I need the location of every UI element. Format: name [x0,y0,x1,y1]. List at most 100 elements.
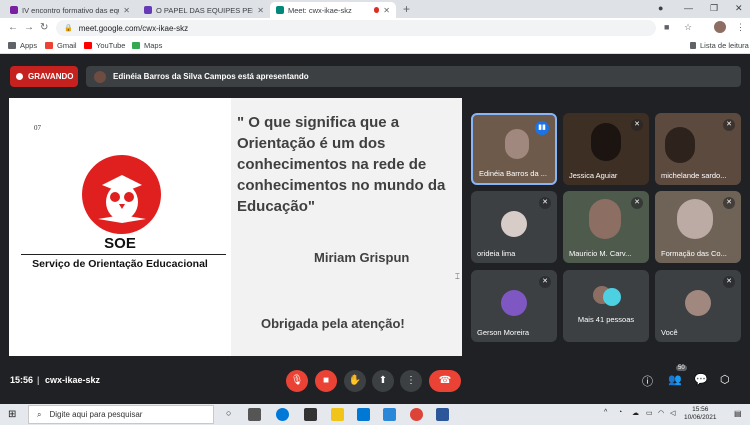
bookmark-apps[interactable]: Apps [8,41,37,50]
profile-circle-icon[interactable]: ● [658,3,663,13]
bookmark-maps[interactable]: Maps [132,41,162,50]
participant-name: Gerson Moreira [477,328,530,337]
youtube-icon [84,42,92,49]
reading-list-icon [690,42,696,49]
raise-hand-button[interactable]: ✋ [344,370,366,392]
reload-icon[interactable]: ↻ [40,22,48,33]
mic-off-icon: ✕ [723,197,735,209]
menu-kebab-icon[interactable]: ⋮ [736,22,745,33]
star-icon[interactable]: ☆ [684,22,692,33]
soe-title: SOE [104,235,136,252]
camera-toggle-button[interactable]: ■ [315,370,337,392]
new-tab-icon[interactable]: + [403,2,410,16]
slide-quote: " O que significa que a Orientação é um … [237,114,446,215]
camera-off-icon: ■ [322,375,330,386]
edge-icon[interactable] [276,408,289,421]
word-icon[interactable] [436,408,449,421]
cortana-icon[interactable]: ○ [226,408,231,418]
participant-video [589,199,621,239]
url-text: meet.google.com/cwx-ikae-skz [78,23,189,33]
participant-tile-more[interactable]: Mais 41 pessoas [563,270,649,342]
leave-call-button[interactable]: ☎ [429,370,461,392]
maximize-icon[interactable]: ❐ [710,3,718,14]
network-icon[interactable]: ◔ [618,409,622,416]
mic-off-icon: ✕ [723,119,735,131]
app-l-icon[interactable] [383,408,396,421]
info-icon[interactable]: ⓘ [642,373,653,389]
file-explorer-icon[interactable] [331,408,344,421]
tab-encontro[interactable]: IV encontro formativo das equipe ✕ [4,2,136,18]
back-icon[interactable]: ← [8,22,18,33]
mail-icon[interactable] [357,408,370,421]
battery-icon[interactable]: ▭ [646,409,653,417]
participant-name: Você [661,328,678,337]
participant-tile[interactable]: ✕ Jessica Aguiar [563,113,649,185]
windows-taskbar: ⊞ ⌕ Digite aqui para pesquisar ○ ^ ◔ ☁ ▭… [0,404,750,425]
clock-date: 10/06/2021 [684,414,717,421]
mic-toggle-button[interactable]: 🎙 [286,370,308,392]
activities-icon[interactable]: ⬡ [720,373,730,386]
minimize-icon[interactable]: — [684,3,693,13]
slide-author: Miriam Grispun [314,250,410,265]
forms-icon [144,6,152,14]
chrome-icon[interactable] [410,408,423,421]
task-view-icon[interactable] [248,408,261,421]
maps-icon [132,42,140,49]
participant-tile[interactable]: ✕ Mauricio M. Carv... [563,191,649,263]
chevron-up-icon[interactable]: ^ [604,409,607,416]
wifi-icon[interactable]: ◠ [658,409,664,417]
close-window-icon[interactable]: ✕ [735,3,743,14]
cloud-icon[interactable]: ☁ [632,409,639,417]
recording-badge[interactable]: GRAVANDO [10,66,78,87]
presenter-avatar [94,70,106,83]
tab-papel-equipes[interactable]: O PAPEL DAS EQUIPES PEDAGÓGIC ✕ [138,2,270,18]
taskbar-search-box[interactable]: ⌕ Digite aqui para pesquisar [28,405,214,424]
forward-icon[interactable]: → [24,22,34,33]
volume-icon[interactable]: ◁ [670,409,675,417]
notifications-icon[interactable]: ▤ [734,409,742,418]
participant-tile-self[interactable]: ✕ Você [655,270,741,342]
slide-quote-panel: " O que significa que a Orientação é um … [231,98,462,356]
participant-tile[interactable]: ✕ Formação das Co... [655,191,741,263]
soe-subtitle: Serviço de Orientação Educacional [32,258,208,270]
present-button[interactable]: ⬆ [372,370,394,392]
people-icon[interactable]: 👥 [668,373,682,386]
recording-dot-icon [373,7,380,13]
more-vert-icon: ⋮ [406,375,416,386]
bookmark-gmail[interactable]: Gmail [45,41,77,50]
mic-off-icon: ✕ [539,197,551,209]
reading-list[interactable]: Lista de leitura [690,41,749,50]
tab-meet[interactable]: Meet: cwx-ikae-skz ✕ [270,2,396,18]
profile-avatar[interactable] [714,21,726,33]
taskbar-clock[interactable]: 15:56 10/06/2021 [684,406,717,422]
close-icon[interactable]: ✕ [257,6,264,15]
close-icon[interactable]: ✕ [383,6,390,15]
meet-icon [276,6,284,14]
forms-icon [10,6,18,14]
store-icon[interactable] [304,408,317,421]
present-screen-icon: ⬆ [378,375,388,386]
participant-tile[interactable]: ▮▮ Edinéia Barros da ... [471,113,557,185]
lock-icon: 🔒 [64,25,73,32]
bookmark-youtube[interactable]: YouTube [84,41,125,50]
participant-video [665,127,695,163]
search-icon: ⌕ [37,409,42,419]
browser-toolbar: ← → ↻ 🔒 meet.google.com/cwx-ikae-skz ■ ☆… [0,18,750,38]
windows-start-icon[interactable]: ⊞ [8,409,16,420]
participant-tile[interactable]: ✕ Gerson Moreira [471,270,557,342]
participant-name: Edinéia Barros da ... [479,169,547,178]
close-icon[interactable]: ✕ [123,6,130,15]
more-options-button[interactable]: ⋮ [400,370,422,392]
address-bar[interactable]: 🔒 meet.google.com/cwx-ikae-skz [56,20,656,36]
bookmarks-bar: Apps Gmail YouTube Maps Lista de leitura [0,38,750,54]
separator: | [37,375,40,385]
participant-name: Mais 41 pessoas [577,315,635,324]
meeting-time: 15:56 [10,375,34,385]
camera-indicator-icon[interactable]: ■ [664,22,669,32]
participant-tile[interactable]: ✕ michelande sardo... [655,113,741,185]
participant-tile[interactable]: ✕ orideia lima [471,191,557,263]
bookmark-label: YouTube [96,41,126,50]
bookmark-label: Maps [144,41,163,50]
participant-name: Mauricio M. Carv... [569,249,632,258]
chat-icon[interactable]: 💬 [694,373,708,386]
